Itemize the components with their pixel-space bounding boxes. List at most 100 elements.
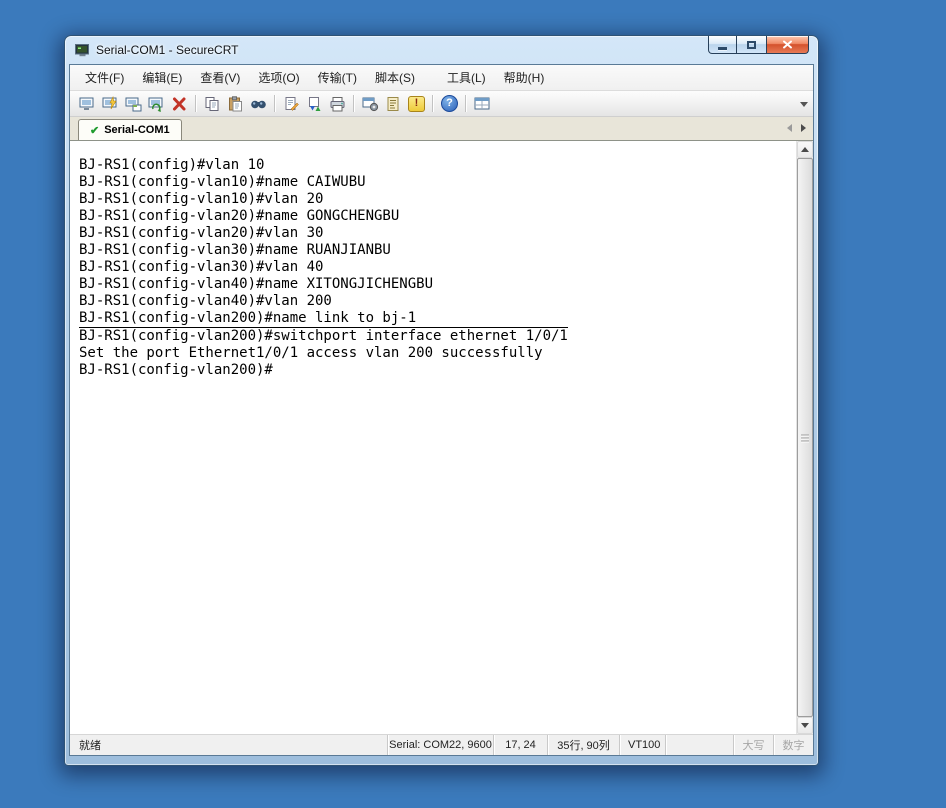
session-manager-button[interactable] bbox=[76, 93, 99, 115]
run-script-icon bbox=[387, 96, 399, 111]
close-icon bbox=[783, 40, 792, 49]
print-icon bbox=[330, 96, 345, 111]
status-screen-size: 35行, 90列 bbox=[547, 735, 619, 755]
file-transfer-icon bbox=[309, 96, 321, 111]
terminal-line: BJ-RS1(config-vlan40)#name XITONGJICHENG… bbox=[79, 276, 434, 292]
menu-item[interactable]: 编辑(E) bbox=[133, 65, 191, 90]
find-icon bbox=[251, 100, 266, 108]
scroll-down-button[interactable] bbox=[797, 717, 813, 734]
tab-scroll-right-icon[interactable] bbox=[801, 124, 806, 132]
log-session-icon bbox=[285, 96, 299, 111]
connect-in-tab-icon bbox=[125, 97, 142, 111]
maximize-icon bbox=[747, 40, 756, 49]
tabbar: ✔ Serial-COM1 bbox=[70, 117, 813, 140]
menu-item[interactable]: 选项(O) bbox=[249, 65, 308, 90]
terminal-line: BJ-RS1(config-vlan10)#vlan 20 bbox=[79, 191, 324, 207]
chevron-down-icon bbox=[800, 101, 808, 107]
scroll-up-button[interactable] bbox=[797, 141, 813, 158]
window-title: Serial-COM1 - SecureCRT bbox=[96, 43, 239, 57]
menubar: 文件(F) 编辑(E) 查看(V) 选项(O) 传输(T) 脚本(S) 工具(L) 帮助(H) bbox=[70, 65, 813, 91]
close-button[interactable] bbox=[766, 36, 809, 54]
app-icon bbox=[75, 43, 90, 57]
toolbar-separator bbox=[353, 95, 355, 112]
terminal-line: BJ-RS1(config-vlan20)#vlan 30 bbox=[79, 225, 324, 241]
quick-connect-button[interactable] bbox=[99, 93, 122, 115]
quick-connect-icon bbox=[102, 95, 117, 109]
minimize-button[interactable] bbox=[708, 36, 737, 54]
copy-button[interactable] bbox=[201, 93, 224, 115]
terminal-line: BJ-RS1(config)#vlan 10 bbox=[79, 157, 265, 173]
client-area: 文件(F) 编辑(E) 查看(V) 选项(O) 传输(T) 脚本(S) 工具(L) 帮助(H) bbox=[69, 64, 814, 756]
status-num-lock: 数字 bbox=[773, 735, 813, 755]
menu-item[interactable]: 传输(T) bbox=[309, 65, 366, 90]
disconnect-icon bbox=[173, 97, 186, 110]
arrow-up-icon bbox=[801, 147, 809, 152]
menu-item[interactable]: 帮助(H) bbox=[495, 65, 554, 90]
securecrt-window: Serial-COM1 - SecureCRT 文件(F) 编辑(E) 查看(V) 选… bbox=[64, 35, 819, 766]
menu-item[interactable]: 脚本(S) bbox=[366, 65, 424, 90]
session-tabs-button[interactable] bbox=[471, 93, 494, 115]
help-button[interactable]: ? bbox=[438, 93, 461, 115]
maximize-button[interactable] bbox=[737, 36, 766, 54]
log-session-button[interactable] bbox=[280, 93, 303, 115]
terminal-line: BJ-RS1(config-vlan30)#name RUANJIANBU bbox=[79, 242, 391, 258]
terminal-line: BJ-RS1(config-vlan30)#vlan 40 bbox=[79, 259, 324, 275]
tab-scroll-left-icon[interactable] bbox=[787, 124, 792, 132]
terminal-line: BJ-RS1(config-vlan200)# bbox=[79, 362, 273, 378]
menu-item[interactable]: 查看(V) bbox=[191, 65, 249, 90]
scrollbar-grip-icon bbox=[801, 432, 809, 443]
terminal-area: BJ-RS1(config)#vlan 10 BJ-RS1(config-vlan… bbox=[70, 140, 813, 734]
statusbar: 就绪 Serial: COM22, 9600 17, 24 35行, 90列 V… bbox=[70, 734, 813, 755]
arrow-down-icon bbox=[801, 723, 809, 728]
paste-icon bbox=[229, 95, 242, 111]
toolbar-separator bbox=[274, 95, 276, 112]
status-cursor-position: 17, 24 bbox=[493, 735, 547, 755]
paste-button[interactable] bbox=[224, 93, 247, 115]
vertical-scrollbar[interactable] bbox=[796, 141, 813, 734]
menu-item[interactable]: 文件(F) bbox=[76, 65, 133, 90]
break-key-button[interactable]: ! bbox=[405, 93, 428, 115]
toolbar-overflow-button[interactable] bbox=[798, 99, 810, 109]
toolbar: ! ? bbox=[70, 91, 813, 117]
help-icon: ? bbox=[441, 95, 458, 112]
status-serial-info: Serial: COM22, 9600 bbox=[387, 735, 493, 755]
menu-item[interactable]: 工具(L) bbox=[438, 65, 495, 90]
session-manager-icon bbox=[79, 97, 94, 110]
tab-label: Serial-COM1 bbox=[104, 124, 170, 136]
connected-check-icon: ✔ bbox=[90, 124, 100, 137]
reconnect-icon bbox=[148, 97, 163, 112]
minimize-icon bbox=[718, 46, 727, 50]
find-button[interactable] bbox=[247, 93, 270, 115]
tab-serial-com1[interactable]: ✔ Serial-COM1 bbox=[78, 119, 182, 140]
status-spacer bbox=[665, 735, 733, 755]
toolbar-separator bbox=[432, 95, 434, 112]
connect-in-tab-button[interactable] bbox=[122, 93, 145, 115]
status-caps-lock: 大写 bbox=[733, 735, 773, 755]
terminal-line: BJ-RS1(config-vlan20)#name GONGCHENGBU bbox=[79, 208, 400, 224]
caption-buttons bbox=[708, 36, 809, 54]
terminal-line: Set the port Ethernet1/0/1 access vlan 2… bbox=[79, 345, 543, 361]
terminal-line: BJ-RS1(config-vlan200)#switchport interf… bbox=[79, 327, 568, 344]
terminal-line: BJ-RS1(config-vlan200)#name link to bj-1 bbox=[79, 310, 417, 326]
toolbar-separator bbox=[195, 95, 197, 112]
session-options-icon bbox=[362, 97, 379, 111]
session-options-button[interactable] bbox=[359, 93, 382, 115]
status-ready: 就绪 bbox=[79, 740, 101, 752]
run-script-button[interactable] bbox=[382, 93, 405, 115]
break-key-icon: ! bbox=[408, 95, 425, 112]
reconnect-button[interactable] bbox=[145, 93, 168, 115]
copy-icon bbox=[205, 96, 219, 111]
tab-scroll-arrows bbox=[787, 124, 806, 132]
session-tabs-icon bbox=[474, 97, 490, 109]
file-transfer-button[interactable] bbox=[303, 93, 326, 115]
terminal-screen[interactable]: BJ-RS1(config)#vlan 10 BJ-RS1(config-vlan… bbox=[70, 141, 796, 734]
status-emulation: VT100 bbox=[619, 735, 665, 755]
scrollbar-thumb[interactable] bbox=[797, 158, 813, 717]
disconnect-button[interactable] bbox=[168, 93, 191, 115]
toolbar-separator bbox=[465, 95, 467, 112]
terminal-line: BJ-RS1(config-vlan40)#vlan 200 bbox=[79, 293, 332, 309]
terminal-line: BJ-RS1(config-vlan10)#name CAIWUBU bbox=[79, 174, 366, 190]
desktop: { "window": { "title": "Serial-COM1 - Se… bbox=[0, 0, 946, 808]
titlebar: Serial-COM1 - SecureCRT bbox=[65, 36, 818, 64]
print-button[interactable] bbox=[326, 93, 349, 115]
